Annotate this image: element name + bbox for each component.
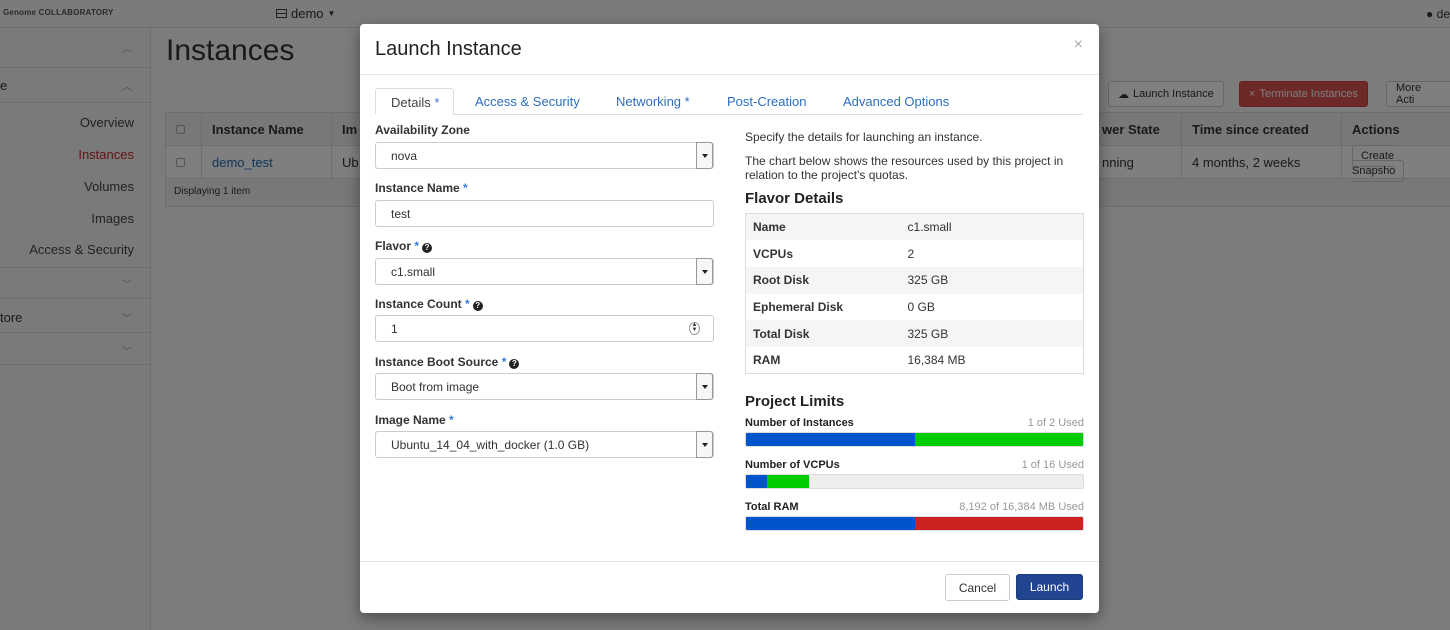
- label-text: Instance Boot Source: [375, 355, 499, 369]
- required-mark: *: [684, 94, 690, 109]
- tab-access-security[interactable]: Access & Security: [475, 88, 580, 115]
- tab-networking[interactable]: Networking *: [616, 88, 690, 115]
- help-icon[interactable]: ?: [509, 359, 520, 369]
- flavor-value: c1.small: [907, 220, 952, 235]
- flavor-key: Ephemeral Disk: [753, 299, 844, 314]
- select-arrow-icon: [696, 373, 713, 400]
- table-row: Ephemeral Disk 0 GB: [746, 294, 1084, 321]
- label-text: Instance Name: [375, 181, 460, 195]
- limit-vcpus-used: 1 of 16 Used: [1021, 459, 1084, 471]
- modal-header: Launch Instance ×: [360, 24, 1099, 75]
- flavor-value: 0 GB: [907, 299, 935, 314]
- instance-name-label: Instance Name *: [375, 181, 468, 195]
- modal-footer: Cancel Launch: [360, 561, 1099, 613]
- label-text: Availability Zone: [375, 123, 470, 137]
- flavor-key: VCPUs: [753, 246, 794, 261]
- limit-ram-bar: [745, 516, 1084, 531]
- bar-current-segment: [746, 433, 915, 446]
- help-icon[interactable]: ?: [472, 301, 483, 311]
- tab-label: Details: [391, 95, 431, 110]
- required-mark: *: [414, 239, 420, 253]
- select-arrow-icon: [696, 431, 713, 458]
- select-value: Boot from image: [391, 380, 480, 394]
- table-row: Root Disk 325 GB: [745, 266, 1084, 294]
- bar-added-segment: [767, 475, 810, 488]
- input-value: 1: [391, 322, 398, 336]
- flavor-key: Name: [753, 220, 786, 235]
- project-limits-title: Project Limits: [745, 393, 845, 410]
- limit-instances-label: Number of Instances: [745, 417, 854, 429]
- boot-source-select[interactable]: Boot from image: [375, 373, 714, 400]
- label-text: Image Name: [375, 413, 446, 427]
- tab-post-creation[interactable]: Post-Creation: [727, 88, 806, 115]
- launch-button[interactable]: Launch: [1016, 574, 1083, 600]
- cancel-button[interactable]: Cancel: [945, 574, 1010, 601]
- required-mark: *: [465, 297, 470, 311]
- flavor-value: 2: [907, 246, 915, 261]
- help-icon[interactable]: ?: [422, 243, 433, 253]
- flavor-value: 16,384 MB: [907, 353, 966, 368]
- launch-instance-modal: Launch Instance × Details * Access & Sec…: [360, 24, 1099, 613]
- tab-details[interactable]: Details *: [375, 88, 455, 115]
- table-row: Name c1.small: [745, 213, 1084, 241]
- flavor-value: 325 GB: [907, 326, 949, 341]
- help-intro: Specify the details for launching an ins…: [745, 130, 983, 144]
- availability-zone-label: Availability Zone: [375, 123, 470, 137]
- flavor-key: RAM: [753, 353, 781, 368]
- bar-current-segment: [746, 475, 768, 488]
- required-mark: *: [463, 181, 468, 195]
- modal-title: Launch Instance: [375, 38, 522, 60]
- tab-label: Networking: [616, 94, 682, 109]
- flavor-key: Total Disk: [753, 326, 810, 341]
- select-arrow-icon: [696, 142, 713, 169]
- flavor-key: Root Disk: [753, 273, 810, 288]
- image-name-select[interactable]: Ubuntu_14_04_with_docker (1.0 GB): [375, 431, 714, 458]
- select-value: nova: [391, 149, 418, 163]
- tab-advanced-options[interactable]: Advanced Options: [843, 88, 949, 115]
- instance-count-label: Instance Count *?: [375, 297, 483, 311]
- limit-instances-bar: [745, 432, 1084, 447]
- required-mark: *: [434, 95, 440, 110]
- select-value: c1.small: [391, 265, 436, 279]
- stepper-icon[interactable]: ▲ ▼: [689, 322, 700, 335]
- table-row: Total Disk 325 GB: [745, 320, 1084, 347]
- close-icon[interactable]: ×: [1074, 36, 1083, 54]
- flavor-label: Flavor *?: [375, 239, 433, 253]
- limit-vcpus-label: Number of VCPUs: [745, 459, 840, 471]
- flavor-value: 325 GB: [907, 273, 949, 288]
- label-text: Flavor: [375, 239, 412, 253]
- boot-source-label: Instance Boot Source *?: [375, 355, 520, 369]
- select-arrow-icon: [696, 258, 713, 285]
- table-row: VCPUs 2: [746, 240, 1084, 267]
- availability-zone-select[interactable]: nova: [375, 142, 714, 169]
- label-text: Instance Count: [375, 297, 462, 311]
- table-row: RAM 16,384 MB: [746, 347, 1084, 374]
- bar-added-segment: [914, 433, 1083, 446]
- modal-tabs: Details * Access & Security Networking *…: [375, 88, 1083, 115]
- select-value: Ubuntu_14_04_with_docker (1.0 GB): [391, 438, 590, 452]
- instance-name-input[interactable]: test: [375, 200, 714, 227]
- limit-vcpus-bar: [745, 474, 1084, 489]
- bar-current-segment: [746, 517, 915, 530]
- flavor-select[interactable]: c1.small: [375, 258, 714, 285]
- required-mark: *: [501, 355, 507, 369]
- limit-ram-label: Total RAM: [745, 501, 799, 513]
- required-mark: *: [449, 413, 454, 427]
- flavor-details-title: Flavor Details: [745, 190, 844, 207]
- help-chart-note: The chart below shows the resources used…: [745, 154, 1064, 182]
- limit-ram-used: 8,192 of 16,384 MB Used: [959, 501, 1084, 513]
- flavor-details-table: Name c1.small VCPUs 2 Root Disk 325 GB Ephe…: [745, 213, 1084, 375]
- image-name-label: Image Name *: [375, 413, 454, 427]
- limit-instances-used: 1 of 2 Used: [1027, 417, 1084, 429]
- bar-added-segment: [914, 517, 1083, 530]
- instance-count-input[interactable]: 1 ▲ ▼: [375, 315, 714, 342]
